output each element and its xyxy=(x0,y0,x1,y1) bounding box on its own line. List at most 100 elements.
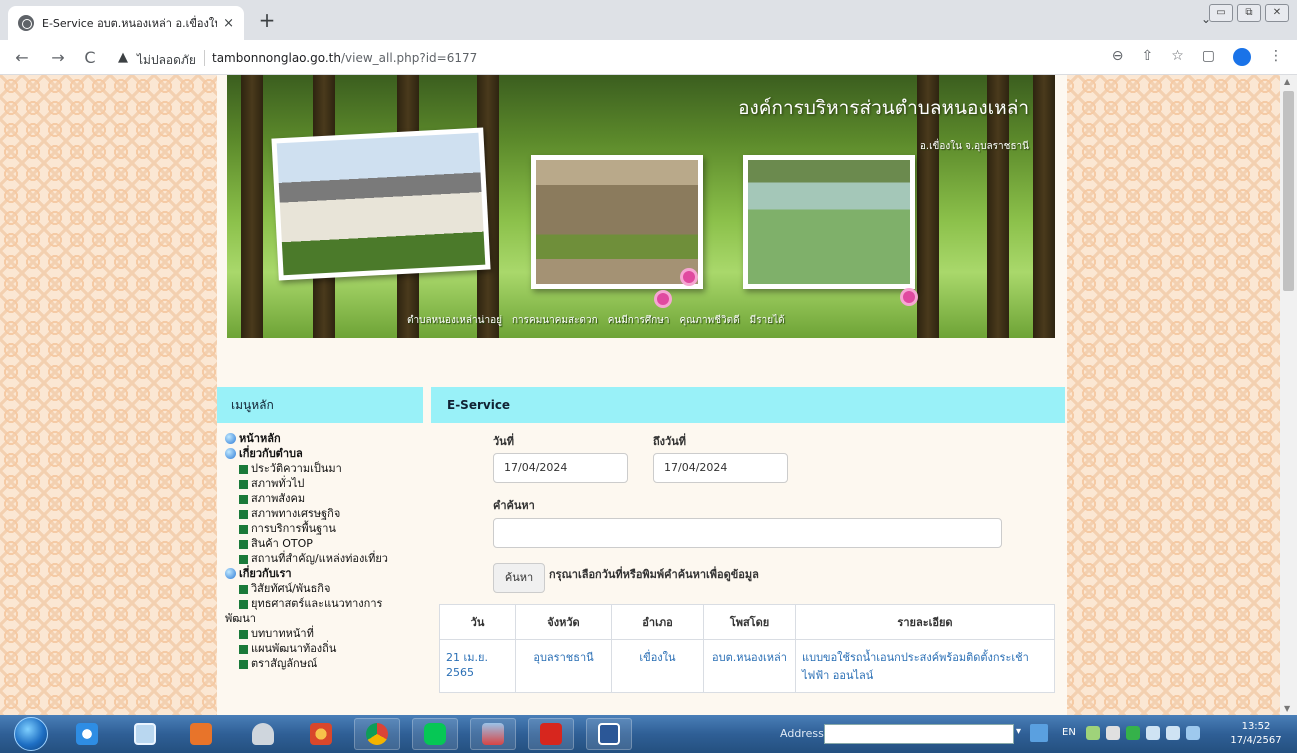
security-label[interactable]: ไม่ปลอดภัย xyxy=(137,51,196,70)
menu-label: สินค้า OTOP xyxy=(251,537,313,550)
menu-item-otop[interactable]: สินค้า OTOP xyxy=(225,536,425,551)
cell-district[interactable]: เขื่องใน xyxy=(611,639,704,693)
address-bar[interactable]: tambonnonglao.go.th/view_all.php?id=6177 xyxy=(212,51,477,65)
column-header-province: จังหวัด xyxy=(515,604,612,640)
menu-item-strategy-continued[interactable]: พัฒนา xyxy=(225,611,425,626)
language-indicator[interactable]: EN xyxy=(1062,727,1076,738)
search-hint: กรุณาเลือกวันที่หรือพิมพ์คำค้นหาเพื่อดูข… xyxy=(549,568,759,581)
menu-label: วิสัยทัศน์/พันธกิจ xyxy=(251,582,331,595)
taskbar-clock[interactable]: 13:52 17/4/2567 xyxy=(1228,720,1284,748)
show-desktop-icon[interactable] xyxy=(1186,726,1200,740)
menu-item-economy[interactable]: สภาพทางเศรษฐกิจ xyxy=(225,506,425,521)
square-bullet-icon xyxy=(239,585,248,594)
profile-avatar[interactable] xyxy=(1233,48,1251,66)
address-dropdown-icon[interactable]: ▾ xyxy=(1016,726,1021,737)
menu-item-history[interactable]: ประวัติความเป็นมา xyxy=(225,461,425,476)
flower-decoration xyxy=(903,291,915,303)
circle-bullet-icon xyxy=(225,433,236,444)
start-button[interactable] xyxy=(14,717,48,751)
date-from-input[interactable]: 17/04/2024 xyxy=(493,453,628,483)
chrome-icon[interactable] xyxy=(354,718,400,750)
cell-province[interactable]: อุบลราชธานี xyxy=(515,639,612,693)
settings-app-icon[interactable] xyxy=(298,718,344,750)
menu-label: เกี่ยวกับเรา xyxy=(239,567,292,580)
minimize-button[interactable]: ▭ xyxy=(1209,4,1233,22)
rice-seedlings-photo xyxy=(531,155,703,289)
menu-item-attractions[interactable]: สถานที่สำคัญ/แหล่งท่องเที่ยว xyxy=(225,551,425,566)
file-explorer-icon[interactable] xyxy=(122,718,168,750)
menu-item-local-plan[interactable]: แผนพัฒนาท้องถิ่น xyxy=(225,641,425,656)
taskbar-address-input[interactable] xyxy=(824,724,1014,744)
date-from-label: วันที่ xyxy=(493,435,514,448)
square-bullet-icon xyxy=(239,480,248,489)
site-banner: องค์การบริหารส่วนตำบลหนองเหล่า อ.เขื่องใ… xyxy=(227,75,1055,338)
volume-icon[interactable] xyxy=(1166,726,1180,740)
bookmark-star-icon[interactable]: ☆ xyxy=(1171,48,1184,66)
search-button[interactable]: ค้นหา xyxy=(493,563,545,593)
screen-capture-icon[interactable] xyxy=(470,718,516,750)
table-header-row: วัน จังหวัด อำเภอ โพสโดย รายละเอียด xyxy=(439,604,1055,640)
forward-button[interactable]: → xyxy=(48,48,68,67)
reload-button[interactable]: C xyxy=(80,48,100,67)
page-scrollbar[interactable]: ▲ ▼ xyxy=(1280,75,1297,715)
square-bullet-icon xyxy=(239,465,248,474)
menu-item-society[interactable]: สภาพสังคม xyxy=(225,491,425,506)
scroll-down-icon[interactable]: ▼ xyxy=(1284,704,1290,713)
pdf-reader-icon[interactable] xyxy=(528,718,574,750)
menu-item-home[interactable]: หน้าหลัก xyxy=(225,431,425,446)
warning-icon[interactable]: ▲ xyxy=(118,50,128,65)
cell-posted-by[interactable]: อบต.หนองเหล่า xyxy=(703,639,796,693)
menu-item-emblem[interactable]: ตราสัญลักษณ์ xyxy=(225,656,425,671)
close-tab-icon[interactable]: × xyxy=(223,16,234,31)
share-icon[interactable]: ⇧ xyxy=(1141,48,1153,66)
banner-tree xyxy=(1033,75,1055,338)
menu-item-about-tambon[interactable]: เกี่ยวกับตำบล xyxy=(225,446,425,461)
tray-app-icon[interactable] xyxy=(1086,726,1100,740)
tray-app-icon[interactable] xyxy=(1106,726,1120,740)
address-go-icon[interactable] xyxy=(1030,724,1048,742)
browser-toolbar: ← → C ▲ ไม่ปลอดภัย tambonnonglao.go.th/v… xyxy=(0,40,1297,75)
sidebar-menu: หน้าหลัก เกี่ยวกับตำบล ประวัติความเป็นมา… xyxy=(225,431,425,671)
sidebar-heading: เมนูหลัก xyxy=(217,387,423,423)
browser-menu-icon[interactable]: ⋮ xyxy=(1269,48,1283,66)
square-bullet-icon xyxy=(239,645,248,654)
clock-date: 17/4/2567 xyxy=(1230,735,1282,746)
internet-explorer-icon[interactable] xyxy=(64,718,110,750)
page-viewport: องค์การบริหารส่วนตำบลหนองเหล่า อ.เขื่องใ… xyxy=(0,75,1280,715)
menu-item-infrastructure[interactable]: การบริการพื้นฐาน xyxy=(225,521,425,536)
back-button[interactable]: ← xyxy=(12,48,32,67)
banner-slogan: คนมีการศึกษา xyxy=(607,315,670,326)
taskbar-address-label: Address xyxy=(780,727,824,740)
banner-slogan: การคมนาคมสะดวก xyxy=(511,315,598,326)
menu-label: สภาพทั่วไป xyxy=(251,477,305,490)
new-tab-button[interactable]: + xyxy=(254,8,280,32)
menu-item-general[interactable]: สภาพทั่วไป xyxy=(225,476,425,491)
maximize-button[interactable]: ⧉ xyxy=(1237,4,1261,22)
square-bullet-icon xyxy=(239,525,248,534)
main-heading: E-Service xyxy=(431,387,1065,423)
menu-label: หน้าหลัก xyxy=(239,432,281,445)
menu-item-about-us[interactable]: เกี่ยวกับเรา xyxy=(225,566,425,581)
square-bullet-icon xyxy=(239,540,248,549)
site-subtitle: อ.เขื่องใน จ.อุบลราชธานี xyxy=(919,141,1029,152)
date-to-input[interactable]: 17/04/2024 xyxy=(653,453,788,483)
zoom-icon[interactable]: ⊖ xyxy=(1112,48,1124,66)
browser-tab[interactable]: E-Service อบต.หนองเหล่า อ.เขื่องใน × xyxy=(8,6,244,40)
menu-item-duties[interactable]: บทบาทหน้าที่ xyxy=(225,626,425,641)
keyword-input[interactable] xyxy=(493,518,1002,548)
media-player-icon[interactable] xyxy=(178,718,224,750)
network-signal-icon[interactable] xyxy=(1146,726,1160,740)
menu-item-strategy[interactable]: ยุทธศาสตร์และแนวทางการ xyxy=(225,596,425,611)
cell-date[interactable]: 21 เม.ย. 2565 xyxy=(439,639,516,693)
scroll-up-icon[interactable]: ▲ xyxy=(1284,77,1290,86)
cell-details[interactable]: แบบขอใช้รถน้ำเอนกประสงค์พร้อมติดตั้งกระเ… xyxy=(795,639,1055,693)
scroll-thumb[interactable] xyxy=(1283,91,1294,291)
menu-item-vision[interactable]: วิสัยทัศน์/พันธกิจ xyxy=(225,581,425,596)
word-icon[interactable] xyxy=(586,718,632,750)
tray-app-icon[interactable] xyxy=(1126,726,1140,740)
line-app-icon[interactable] xyxy=(412,718,458,750)
close-window-button[interactable]: ✕ xyxy=(1265,4,1289,22)
banner-slogan: คุณภาพชีวิตดี xyxy=(679,315,740,326)
side-panel-icon[interactable]: ▢ xyxy=(1202,48,1215,66)
network-drive-icon[interactable] xyxy=(240,718,286,750)
